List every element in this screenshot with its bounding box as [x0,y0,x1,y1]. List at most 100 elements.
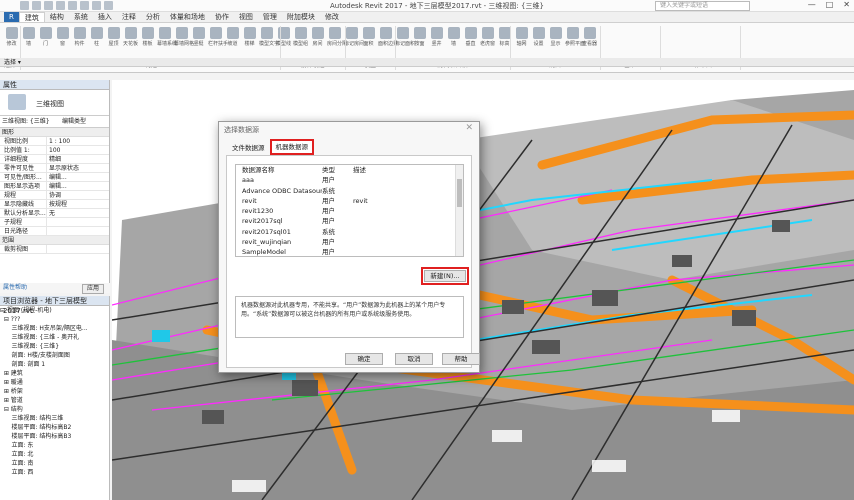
ribbon-button[interactable]: 构件 [72,26,87,55]
tree-item[interactable]: 立面: 南 [0,459,109,468]
ribbon-button[interactable]: 模型文字 [259,26,279,55]
ribbon-button[interactable]: 修改 [4,26,19,55]
column-description[interactable]: 描述 [353,165,463,175]
ribbon-button[interactable]: 楼板 [140,26,155,55]
ribbon-tab[interactable]: 附加模块 [282,12,320,22]
tree-item[interactable]: 楼层平面: 结构标高B3 [0,432,109,441]
property-row[interactable]: 裁剪视图 [0,245,109,254]
ribbon-tab[interactable]: 建筑 [18,12,45,22]
instance-selector[interactable]: 三维视图: {三维} 编辑类型 [0,116,109,128]
ribbon-button[interactable]: 栏杆扶手 [208,26,228,55]
ribbon-tab[interactable]: 注释 [117,12,141,22]
maximize-button[interactable]: □ [826,0,834,9]
property-value[interactable]: 精细 [47,155,109,163]
ribbon-button[interactable]: 坡道 [225,26,240,55]
tree-item[interactable]: ⊟ 结构 [0,405,109,414]
ribbon-button[interactable]: 模型线 [276,26,291,55]
ribbon-button[interactable]: 显示 [548,26,563,55]
tree-item[interactable]: 立面: 北 [0,450,109,459]
property-row[interactable]: 子规程 [0,218,109,227]
property-value[interactable]: 编辑... [47,182,109,190]
property-value[interactable]: 1 : 100 [47,137,109,145]
property-value[interactable] [47,218,109,226]
ribbon-tab[interactable]: 管理 [258,12,282,22]
ribbon-tab[interactable]: 视图 [234,12,258,22]
property-value[interactable]: 按规程 [47,200,109,208]
ribbon-button[interactable]: 查看器 [582,26,597,55]
ribbon-button[interactable]: 门 [38,26,53,55]
ribbon-button[interactable]: 老虎窗 [480,26,495,55]
3d-view-icon[interactable] [104,1,113,10]
ribbon-button[interactable]: 幕墙网格 [174,26,194,55]
ribbon-button[interactable]: 面积边界 [378,26,398,55]
measure-icon[interactable] [80,1,89,10]
ribbon-button[interactable]: 窗 [55,26,70,55]
property-row[interactable]: 规程 协调 [0,191,109,200]
open-icon[interactable] [20,1,29,10]
list-item[interactable]: revit1230 用户 [236,206,463,216]
ribbon-button[interactable]: 房间 [310,26,325,55]
tree-item[interactable]: 楼层平面: 结构标高B2 [0,423,109,432]
tree-item[interactable]: 三维视图: {三维 - 奥开礼 [0,333,109,342]
property-value[interactable]: 协调 [47,191,109,199]
ribbon-button[interactable]: 房间分隔 [327,26,347,55]
edit-type-button[interactable]: 编辑类型 [62,116,86,127]
ribbon-tab[interactable]: 体量和场地 [165,12,210,22]
tree-item[interactable]: ⊞ 建筑 [0,369,109,378]
options-bar[interactable]: 选择 ▾ [0,58,854,67]
ribbon-tab[interactable]: 分析 [141,12,165,22]
property-row[interactable]: 可见性/图形... 编辑... [0,173,109,182]
undo-icon[interactable] [44,1,53,10]
ribbon-button[interactable]: 标记面积 [395,26,415,55]
tab-machine-data-source[interactable]: 机器数据源 [269,139,314,155]
property-value[interactable]: 显示原状态 [47,164,109,172]
file-menu-tab[interactable]: R [4,12,19,22]
minimize-button[interactable]: — [808,0,816,9]
print-icon[interactable] [68,1,77,10]
help-button[interactable]: 帮助 [442,353,480,365]
property-value[interactable]: 100 [47,146,109,154]
scrollbar-thumb[interactable] [457,179,462,207]
tree-item[interactable]: 剖面: 剖面 1 [0,360,109,369]
property-row[interactable]: 详细程度 精细 [0,155,109,164]
tree-item[interactable]: ⊞ 桥架 [0,387,109,396]
property-value[interactable] [47,227,109,235]
ribbon-button[interactable]: 墙 [21,26,36,55]
property-row[interactable]: 零件可见性 显示原状态 [0,164,109,173]
tree-item[interactable]: 三维视图: {三维} [0,342,109,351]
list-item[interactable]: aaa 用户 [236,175,463,185]
list-item[interactable]: revit 用户 revit [236,196,463,206]
ribbon-button[interactable]: 垂直 [463,26,478,55]
ribbon-tab[interactable]: 修改 [320,12,344,22]
dialog-close-icon[interactable]: ✕ [465,123,473,133]
properties-group-graphics[interactable]: 图形 [0,128,109,137]
quick-access-toolbar[interactable] [20,1,113,10]
search-input[interactable]: 键入关键字或短语 [655,1,750,11]
ribbon-button[interactable]: 楼梯 [242,26,257,55]
tree-item[interactable]: 剖面: H楼/支楼剖面图 [0,351,109,360]
ribbon-button[interactable]: 轴网 [514,26,529,55]
data-source-list[interactable]: 数据源名称 类型 描述 aaa 用户 Advance ODBC Datasource… [235,164,464,257]
ribbon-tab[interactable]: 插入 [93,12,117,22]
cancel-button[interactable]: 取消 [395,353,433,365]
tree-item[interactable]: ⊟ 视图 (规程-机电) [0,306,109,315]
new-data-source-button[interactable]: 新建(N)... [421,267,469,285]
text-icon[interactable] [92,1,101,10]
ribbon-button[interactable]: 柱 [89,26,104,55]
ribbon-button[interactable]: 幕墙系统 [157,26,177,55]
property-value[interactable] [47,245,109,253]
tree-item[interactable]: 立面: 东 [0,441,109,450]
properties-group-extents[interactable]: 范围 [0,236,109,245]
property-row[interactable]: 视图比例 1 : 100 [0,137,109,146]
ribbon-button[interactable]: 模型组 [293,26,308,55]
ribbon-button[interactable]: 按面 [412,26,427,55]
tree-item[interactable]: ⊞ 暖通 [0,378,109,387]
list-item[interactable]: revit_wujinqian 用户 [236,237,463,247]
list-item[interactable]: SampleModel 用户 [236,247,463,256]
properties-help-link[interactable]: 属性帮助 [3,284,27,291]
save-icon[interactable] [32,1,41,10]
ribbon-button[interactable]: 天花板 [123,26,138,55]
property-row[interactable]: 图形显示选项 编辑... [0,182,109,191]
ribbon-button[interactable]: 标记房间 [344,26,364,55]
ribbon-button[interactable]: 面积 [361,26,376,55]
